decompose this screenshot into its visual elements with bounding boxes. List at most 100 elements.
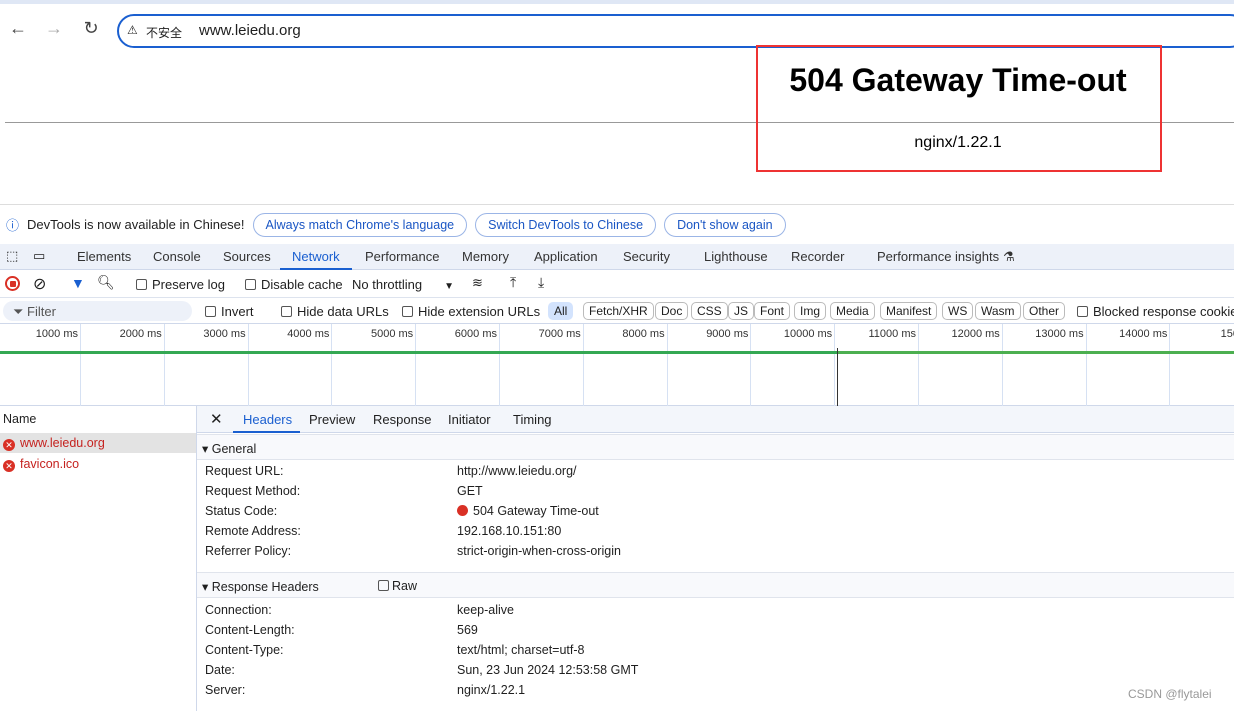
invert-checkbox[interactable]: Invert: [205, 304, 254, 319]
header-value[interactable]: 504 Gateway Time-out: [457, 504, 599, 518]
back-button[interactable]: ←: [6, 18, 30, 39]
tab-response[interactable]: Response: [373, 412, 432, 427]
url-text[interactable]: www.leiedu.org: [199, 22, 301, 39]
filter-bar: ⏷ Filter Invert Hide data URLs Hide exte…: [0, 298, 1234, 324]
tab-performance[interactable]: Performance: [365, 249, 439, 264]
timeline-tick: 12000 ms: [951, 328, 1000, 340]
switch-chinese-button[interactable]: Switch DevTools to Chinese: [475, 212, 657, 237]
type-media[interactable]: Media: [830, 302, 875, 320]
type-all[interactable]: All: [548, 302, 574, 320]
tab-initiator[interactable]: Initiator: [448, 412, 491, 427]
security-label[interactable]: 不安全: [146, 24, 182, 41]
request-row[interactable]: ✕ www.leiedu.org: [0, 433, 196, 453]
forward-button[interactable]: →: [42, 18, 66, 39]
reload-button[interactable]: ↻: [79, 18, 103, 39]
type-font[interactable]: Font: [754, 302, 791, 320]
server-text: nginx/1.22.1: [914, 134, 1002, 151]
hide-extension-urls-checkbox[interactable]: Hide extension URLs: [402, 304, 540, 319]
header-value[interactable]: nginx/1.22.1: [457, 683, 525, 697]
timeline-tick: 7000 ms: [538, 328, 581, 340]
download-icon[interactable]: ⤓: [538, 274, 544, 291]
type-css[interactable]: CSS: [691, 302, 728, 320]
tab-console[interactable]: Console: [153, 249, 201, 264]
page-heading: 504 Gateway Time-out: [789, 62, 1127, 98]
request-bar: [837, 351, 1234, 354]
device-toolbar-icon[interactable]: ▭: [33, 248, 45, 264]
flask-icon: ⚗: [1003, 249, 1015, 264]
tab-sources[interactable]: Sources: [223, 249, 271, 264]
header-value[interactable]: http://www.leiedu.org/: [457, 464, 577, 478]
preserve-log-checkbox[interactable]: Preserve log: [136, 277, 225, 292]
header-value[interactable]: GET: [457, 484, 483, 498]
tab-application[interactable]: Application: [534, 249, 598, 264]
disable-cache-checkbox[interactable]: Disable cache: [245, 277, 343, 292]
filter-input[interactable]: ⏷ Filter: [3, 301, 192, 321]
timeline-tick: 14000 ms: [1119, 328, 1168, 340]
timeline-tick: 5000 ms: [370, 328, 414, 340]
type-fetch-xhr[interactable]: Fetch/XHR: [583, 302, 654, 320]
tab-timing[interactable]: Timing: [513, 412, 552, 427]
info-icon: ⓘ: [6, 218, 20, 233]
throttling-select[interactable]: No throttling ▼: [352, 277, 454, 292]
inspect-icon[interactable]: ⬚: [6, 248, 18, 264]
filter-icon[interactable]: ▼: [71, 275, 85, 291]
status-dot-icon: [457, 505, 468, 516]
timeline-tick: 10000 ms: [783, 328, 833, 340]
network-conditions-icon[interactable]: ≋: [472, 275, 483, 291]
header-value[interactable]: 569: [457, 623, 478, 637]
header-name: Referrer Policy:: [205, 544, 292, 558]
tab-security[interactable]: Security: [623, 249, 670, 264]
header-value[interactable]: 192.168.10.151:80: [457, 524, 561, 538]
type-ws[interactable]: WS: [942, 302, 974, 320]
tab-memory[interactable]: Memory: [462, 249, 509, 264]
clear-icon[interactable]: ⊘: [33, 274, 46, 294]
tab-lighthouse[interactable]: Lighthouse: [704, 249, 768, 264]
request-row[interactable]: ✕ favicon.ico: [0, 454, 82, 475]
header-value[interactable]: text/html; charset=utf-8: [457, 643, 584, 657]
devtools-infobar: ⓘ DevTools is now available in Chinese! …: [0, 204, 1234, 244]
dont-show-button[interactable]: Don't show again: [664, 212, 786, 237]
response-headers-section-header[interactable]: ▾ Response Headers Raw: [197, 572, 1234, 598]
type-manifest[interactable]: Manifest: [880, 302, 938, 320]
timeline-tick: 2000 ms: [119, 328, 162, 340]
time-marker: [837, 348, 838, 406]
header-value[interactable]: strict-origin-when-cross-origin: [457, 544, 621, 558]
type-img[interactable]: Img: [794, 302, 827, 320]
name-column-header[interactable]: Name: [3, 412, 36, 426]
close-icon[interactable]: ✕: [210, 410, 223, 428]
upload-icon[interactable]: ⤒: [510, 274, 516, 291]
tab-preview[interactable]: Preview: [309, 412, 355, 427]
type-wasm[interactable]: Wasm: [975, 302, 1021, 320]
tab-recorder[interactable]: Recorder: [791, 249, 844, 264]
record-button[interactable]: [5, 276, 20, 291]
search-icon[interactable]: 🔍︎: [97, 274, 115, 291]
tab-network[interactable]: Network: [292, 249, 340, 264]
network-timeline[interactable]: 1000 ms 2000 ms 3000 ms 4000 ms 5000 ms 6000 …: [0, 324, 1234, 406]
header-name: Content-Length:: [205, 623, 295, 637]
timeline-tick: 15000: [1220, 328, 1234, 340]
blocked-cookies-checkbox[interactable]: Blocked response cookies: [1077, 304, 1234, 319]
timeline-tick: 9000 ms: [706, 328, 749, 340]
header-value[interactable]: Sun, 23 Jun 2024 12:53:58 GMT: [457, 663, 638, 677]
tab-performance-insights[interactable]: Performance insights: [877, 249, 999, 264]
request-list: Name ✕ www.leiedu.org ✕ favicon.ico: [0, 406, 197, 711]
header-name: Connection:: [205, 603, 272, 617]
hide-data-urls-checkbox[interactable]: Hide data URLs: [281, 304, 389, 319]
header-name: Status Code:: [205, 504, 278, 518]
raw-checkbox[interactable]: Raw: [378, 579, 417, 593]
header-value[interactable]: keep-alive: [457, 603, 514, 617]
error-icon: ✕: [3, 460, 15, 472]
tab-headers[interactable]: Headers: [243, 412, 292, 427]
timeline-tick: 4000 ms: [287, 328, 330, 340]
match-language-button[interactable]: Always match Chrome's language: [252, 212, 468, 237]
header-name: Request URL:: [205, 464, 284, 478]
type-doc[interactable]: Doc: [655, 302, 689, 320]
tab-elements[interactable]: Elements: [77, 249, 131, 264]
timeline-tick: 13000 ms: [1035, 328, 1084, 340]
timeline-tick: 6000 ms: [454, 328, 497, 340]
general-section-header[interactable]: ▾ General: [197, 434, 1234, 460]
type-js[interactable]: JS: [728, 302, 755, 320]
address-bar[interactable]: ⚠ 不安全 www.leiedu.org: [117, 14, 1234, 48]
warning-icon[interactable]: ⚠: [127, 23, 138, 37]
type-other[interactable]: Other: [1023, 302, 1066, 320]
